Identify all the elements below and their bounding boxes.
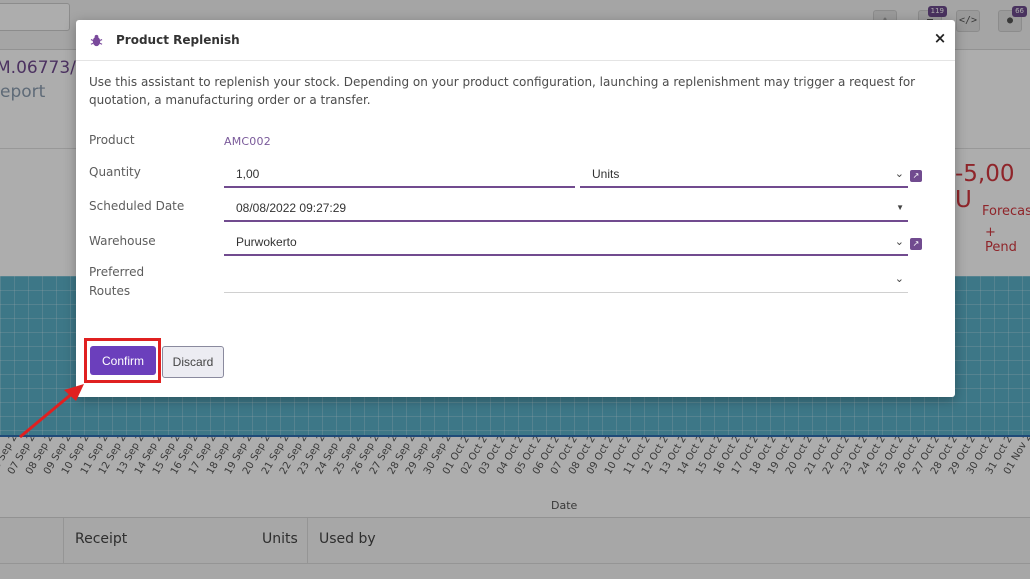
discard-button[interactable]: Discard — [162, 346, 224, 378]
chevron-down-icon[interactable]: ⌄ — [895, 266, 904, 292]
dialog-footer: Confirm Discard — [76, 338, 955, 397]
external-link-icon[interactable]: ↗ — [910, 238, 922, 250]
scheduled-date-value: 08/08/2022 09:27:29 — [236, 201, 347, 215]
external-link-icon[interactable]: ↗ — [910, 170, 922, 182]
confirm-highlight-box — [84, 338, 161, 383]
uom-select[interactable]: Units ⌄ — [580, 161, 908, 188]
dialog-title: Product Replenish — [116, 33, 240, 47]
chevron-down-icon[interactable]: ⌄ — [895, 229, 904, 255]
warehouse-value: Purwokerto — [236, 235, 297, 249]
preferred-routes-label: Preferred — [89, 265, 145, 279]
preferred-routes-label-line2: Routes — [89, 284, 131, 298]
preferred-routes-select[interactable]: ⌄ — [224, 266, 908, 293]
chevron-down-icon[interactable]: ⌄ — [895, 161, 904, 187]
product-replenish-dialog: Product Replenish × Use this assistant t… — [76, 20, 955, 397]
dialog-description: Use this assistant to replenish your sto… — [89, 75, 916, 107]
bug-icon — [90, 34, 103, 47]
product-value: AMC002 — [224, 135, 271, 148]
quantity-input[interactable]: 1,00 — [224, 161, 575, 188]
quantity-label: Quantity — [89, 165, 141, 179]
caret-down-icon[interactable]: ▼ — [896, 195, 904, 221]
close-icon[interactable]: × — [931, 28, 949, 48]
scheduled-date-label: Scheduled Date — [89, 199, 185, 213]
product-label: Product — [89, 133, 135, 147]
dialog-header: Product Replenish × — [76, 20, 955, 61]
warehouse-label: Warehouse — [89, 234, 156, 248]
warehouse-select[interactable]: Purwokerto ⌄ — [224, 229, 908, 256]
scheduled-date-input[interactable]: 08/08/2022 09:27:29 ▼ — [224, 195, 908, 222]
uom-value: Units — [592, 167, 620, 181]
